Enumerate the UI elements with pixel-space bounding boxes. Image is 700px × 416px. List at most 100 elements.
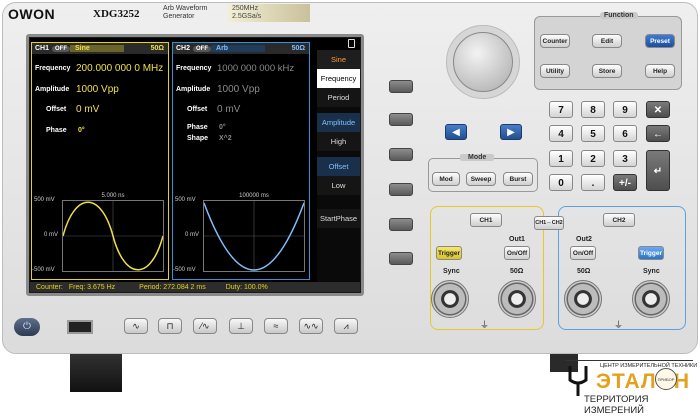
ch2-plot-ymid: 0 mV — [185, 232, 200, 238]
burst-button[interactable]: Burst — [503, 172, 533, 186]
softkey-4[interactable] — [389, 183, 413, 196]
ch1-plot-ybot: -500 mV — [32, 267, 55, 273]
ch2-trigger-button[interactable]: Trigger — [638, 246, 664, 260]
preset-button[interactable]: Preset — [645, 34, 675, 48]
ch1-name: CH1 — [35, 45, 50, 52]
square-wave-key-icon[interactable]: ⊓ — [158, 318, 182, 334]
softkey-1[interactable] — [389, 80, 413, 93]
status-freq: Freq: 3.675 Hz — [68, 283, 116, 291]
help-button[interactable]: Help — [645, 64, 675, 78]
ch1-button[interactable]: CH1 — [470, 213, 502, 227]
softkey-3[interactable] — [389, 148, 413, 161]
key-0[interactable]: 0 — [549, 174, 573, 191]
ch1-trigger-button[interactable]: Trigger — [436, 246, 462, 260]
key-1[interactable]: 1 — [549, 150, 573, 167]
display-screen: CH1 OFF Sine 50Ω Frequency 200.000 000 0… — [30, 38, 360, 292]
ramp-wave-key-icon[interactable]: ⁄∿ — [193, 318, 217, 334]
power-button-icon[interactable]: ⏻ — [14, 318, 40, 336]
ch1-panel: CH1 OFF Sine 50Ω Frequency 200.000 000 0… — [31, 42, 169, 280]
ch1-amplitude-value: 1000 Vpp — [76, 84, 119, 95]
ch1-output-connector — [498, 280, 536, 318]
rotary-knob[interactable] — [453, 32, 513, 92]
function-group — [534, 16, 682, 90]
ch2-amplitude-label: Amplitude — [176, 86, 211, 93]
enter-key-icon[interactable]: ↵ — [646, 150, 670, 191]
ch2-square-curve — [204, 201, 304, 271]
menu-item-amplitude[interactable]: Amplitude — [317, 113, 360, 132]
right-arrow-icon[interactable]: ▶ — [500, 124, 522, 140]
ch1-plot-ymid: 0 mV — [44, 232, 59, 238]
key-4[interactable]: 4 — [549, 125, 573, 142]
softkey-menu: Sine Frequency Period Amplitude High Off… — [317, 50, 360, 286]
left-arrow-icon[interactable]: ◀ — [445, 124, 467, 140]
menu-item-period[interactable]: Period — [317, 88, 360, 107]
ch2-frequency-value: 1000 000 000 kHz — [217, 63, 295, 74]
ch2-sync-label: Sync — [643, 268, 660, 275]
menu-item-startphase[interactable]: StartPhase — [317, 209, 360, 228]
menu-item-frequency[interactable]: Frequency — [317, 69, 360, 88]
ch2-amplitude-value: 1000 Vpp — [217, 84, 260, 95]
sine-wave-key-icon[interactable]: ∿ — [124, 318, 148, 334]
watermark-subtitle: ТЕРРИТОРИЯ ИЗМЕРЕНИЙ — [584, 394, 649, 416]
harmonic-wave-key-icon[interactable]: ⩘ — [334, 318, 358, 334]
ch1-onoff-button[interactable]: On/Off — [504, 246, 530, 260]
counter-button[interactable]: Counter — [540, 34, 570, 48]
key-5[interactable]: 5 — [581, 125, 605, 142]
softkey-2[interactable] — [389, 113, 413, 126]
lock-icon — [348, 39, 355, 48]
tuning-fork-icon — [568, 366, 588, 396]
key-dot[interactable]: . — [581, 174, 605, 191]
ch-copy-button[interactable]: CH1⇔CH2 — [534, 216, 564, 230]
utility-button[interactable]: Utility — [540, 64, 570, 78]
ch1-plot-time: 5.000 ns — [101, 193, 125, 199]
menu-item-offset[interactable]: Offset — [317, 157, 360, 176]
key-9[interactable]: 9 — [613, 101, 637, 118]
ch1-offset-value: 0 mV — [76, 104, 100, 115]
softkey-6[interactable] — [389, 252, 413, 265]
edit-button[interactable]: Edit — [592, 34, 622, 48]
ch2-frequency-label: Frequency — [176, 65, 212, 72]
spec-badge: 250MHz 2.5GSa/s — [228, 4, 310, 22]
ch2-button[interactable]: CH2 — [603, 213, 635, 227]
ch2-sync-connector — [632, 280, 670, 318]
ch2-onoff-button[interactable]: On/Off — [570, 246, 596, 260]
sweep-button[interactable]: Sweep — [466, 172, 496, 186]
usb-port — [67, 320, 93, 334]
key-8[interactable]: 8 — [581, 101, 605, 118]
model-name: XDG3252 — [93, 8, 140, 20]
ch1-impedance: 50Ω — [150, 45, 164, 52]
status-duty: Duty: 100.0% — [225, 283, 268, 291]
menu-item-low[interactable]: Low — [317, 176, 360, 195]
noise-wave-key-icon[interactable]: ≈ — [264, 318, 288, 334]
out1-label: Out1 — [509, 236, 525, 243]
menu-title: Sine — [317, 50, 360, 69]
ch2-plot-ybot: -500 mV — [173, 267, 196, 273]
ch1-state: OFF — [52, 45, 71, 52]
delete-key-icon[interactable]: ✕ — [646, 101, 670, 118]
brand-logo: OWON — [8, 6, 56, 22]
mod-button[interactable]: Mod — [432, 172, 460, 186]
backspace-key-icon[interactable]: ← — [646, 125, 670, 142]
ch2-waveform-plot: 100000 ms — [203, 193, 305, 272]
ch2-shape-value: X^2 — [219, 135, 232, 142]
softkey-5[interactable] — [389, 218, 413, 231]
menu-item-high[interactable]: High — [317, 132, 360, 151]
ch2-ohm-label: 50Ω — [577, 268, 591, 275]
key-7[interactable]: 7 — [549, 101, 573, 118]
ch1-frequency-value: 200.000 000 0 MHz — [76, 63, 164, 74]
ch1-frequency-label: Frequency — [35, 65, 71, 72]
watermark-badge: ПРИБОР — [655, 368, 677, 390]
ch2-header: CH2 OFF Arb 50Ω — [173, 43, 309, 54]
store-button[interactable]: Store — [592, 64, 622, 78]
arb-wave-key-icon[interactable]: ∿∿ — [299, 318, 323, 334]
ch1-sync-connector — [431, 280, 469, 318]
status-bar: Counter: Freq: 3.675 Hz Period: 272.084 … — [30, 282, 360, 292]
key-plus-minus[interactable]: +/- — [613, 174, 637, 191]
ch2-name: CH2 — [176, 45, 191, 52]
ch1-header: CH1 OFF Sine 50Ω — [32, 43, 168, 54]
key-3[interactable]: 3 — [613, 150, 637, 167]
key-2[interactable]: 2 — [581, 150, 605, 167]
key-6[interactable]: 6 — [613, 125, 637, 142]
ground-icon-2: ⏚ — [614, 320, 624, 330]
pulse-wave-key-icon[interactable]: ⊥ — [229, 318, 253, 334]
